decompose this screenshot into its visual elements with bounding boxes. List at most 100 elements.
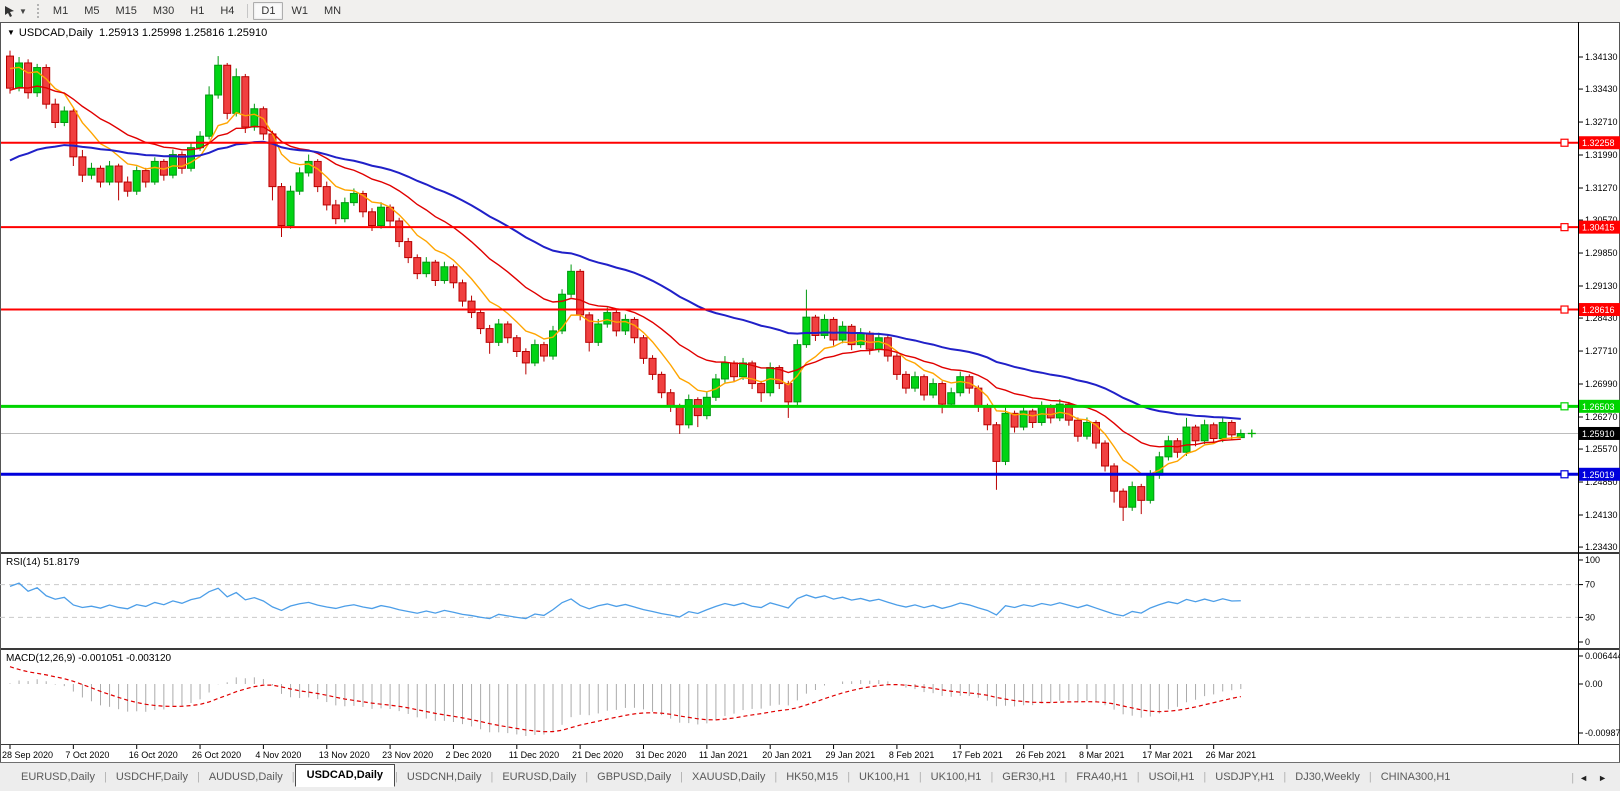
timeframe-button-m1[interactable]: M1 [45,2,76,20]
date-tick-label: 17 Mar 2021 [1142,750,1193,760]
date-tick-label: 23 Nov 2020 [382,750,433,760]
timeframe-button-mn[interactable]: MN [316,2,349,20]
candle [42,64,51,109]
candle [530,339,539,367]
candle [938,381,947,414]
candle [1019,405,1028,431]
candle [1164,435,1173,461]
chart-tab-xauusd-daily[interactable]: XAUUSD,Daily [683,769,774,785]
chart-tab-uk100-h1[interactable]: UK100,H1 [922,769,991,785]
tab-scroll-left-icon[interactable]: ◄ [1579,773,1588,783]
timeframe-button-h1[interactable]: H1 [182,2,212,20]
chart-tab-usdcnh-daily[interactable]: USDCNH,Daily [398,769,491,785]
date-tick-label: 13 Nov 2020 [319,750,370,760]
chart-type-dropdown-caret[interactable]: ▼ [19,7,27,16]
chart-tab-audusd-daily[interactable]: AUDUSD,Daily [200,769,292,785]
timeframe-toolbar: ▼ M1 M5 M15 M30 H1 H4 D1 W1 MN [0,0,1620,22]
price-tag-1.26503: 1.26503 [1579,399,1620,413]
price-chart-canvas[interactable]: 1.341301.334301.327101.319901.312701.305… [0,22,1620,762]
timeframe-button-h4[interactable]: H4 [212,2,242,20]
candle [69,108,78,167]
candle [603,307,612,328]
cursor-tool-icon[interactable] [3,5,16,18]
timeframe-button-m15[interactable]: M15 [107,2,144,20]
timeframe-button-m30[interactable]: M30 [145,2,182,20]
candle [666,389,675,412]
timeframe-button-w1[interactable]: W1 [283,2,316,20]
timeframe-button-d1[interactable]: D1 [253,2,284,20]
svg-text:1.25910: 1.25910 [1582,429,1615,439]
chart-tab-usoil-h1[interactable]: USOil,H1 [1140,769,1204,785]
candle [6,50,14,94]
chart-tab-dj30-weekly[interactable]: DJ30,Weekly [1286,769,1369,785]
date-tick-label: 8 Mar 2021 [1079,750,1125,760]
candle [141,167,150,188]
candle [377,202,386,229]
chart-tab-usdjpy-h1[interactable]: USDJPY,H1 [1206,769,1283,785]
symbol-dropdown-icon[interactable]: ▼ [7,28,15,37]
chart-tab-fra40-h1[interactable]: FRA40,H1 [1067,769,1136,785]
rsi-tick-label: 70 [1585,580,1595,590]
candle [1182,417,1191,456]
candle [503,321,512,344]
chart-tab-eurusd-daily[interactable]: EURUSD,Daily [493,769,585,785]
candle [820,314,829,339]
candle [1001,406,1010,466]
date-tick-label: 11 Jan 2021 [699,750,748,760]
candle [96,165,105,188]
svg-text:1.32258: 1.32258 [1582,138,1615,148]
candle [612,310,621,337]
line-drag-handle[interactable] [1560,470,1569,479]
support-line-green[interactable] [0,402,1578,411]
chart-tab-gbpusd-daily[interactable]: GBPUSD,Daily [588,769,680,785]
candle [684,394,693,429]
resistance-line-2[interactable] [0,223,1578,232]
svg-text:1.28616: 1.28616 [1582,305,1615,315]
candle [1209,422,1218,445]
candle [892,353,901,380]
candle [1028,408,1037,428]
candle [739,357,748,380]
timeframe-button-m5[interactable]: M5 [76,2,107,20]
candle [277,182,286,237]
chart-tab-usdcad-daily[interactable]: USDCAD,Daily [294,764,396,787]
line-drag-handle[interactable] [1560,138,1569,147]
price-tick-label: 1.33430 [1585,84,1618,94]
candle [313,159,322,193]
candle [1055,399,1064,422]
candle [720,356,729,383]
date-tick-label: 4 Nov 2020 [255,750,301,760]
chart-tab-ger30-h1[interactable]: GER30,H1 [993,769,1064,785]
chart-tab-usdchf-daily[interactable]: USDCHF,Daily [107,769,197,785]
candle [992,422,1001,490]
line-drag-handle[interactable] [1560,223,1569,232]
tab-separator: | [1571,771,1575,784]
date-tick-label: 17 Feb 2021 [952,750,1003,760]
candle [105,160,114,186]
date-tick-label: 26 Feb 2021 [1016,750,1067,760]
support-line-blue[interactable] [0,470,1578,479]
candle [784,380,793,418]
chart-tab-china300-h1[interactable]: CHINA300,H1 [1372,769,1460,785]
candle [494,318,503,346]
date-tick-label: 28 Sep 2020 [2,750,53,760]
candle [1128,481,1137,511]
tab-scroll-right-icon[interactable]: ► [1598,773,1607,783]
candle [1119,488,1128,521]
ma-45-line [9,140,1241,420]
resistance-line-3[interactable] [0,305,1578,314]
svg-text:1.30415: 1.30415 [1582,223,1615,233]
chart-title: ▼ USDCAD,Daily 1.25913 1.25998 1.25816 1.… [7,27,267,39]
date-tick-label: 11 Dec 2020 [509,750,559,760]
current-price-tag: 1.25910 [1579,426,1620,440]
chart-tab-eurusd-daily[interactable]: EURUSD,Daily [12,769,104,785]
candle [232,68,241,117]
candle [132,166,141,195]
svg-text:1.25019: 1.25019 [1582,470,1615,480]
chart-tab-hk50-m15[interactable]: HK50,M15 [777,769,847,785]
line-drag-handle[interactable] [1560,402,1569,411]
line-drag-handle[interactable] [1560,305,1569,314]
chart-tab-uk100-h1[interactable]: UK100,H1 [850,769,919,785]
price-tick-label: 1.32710 [1585,117,1618,127]
ma-20-line [9,85,1241,448]
